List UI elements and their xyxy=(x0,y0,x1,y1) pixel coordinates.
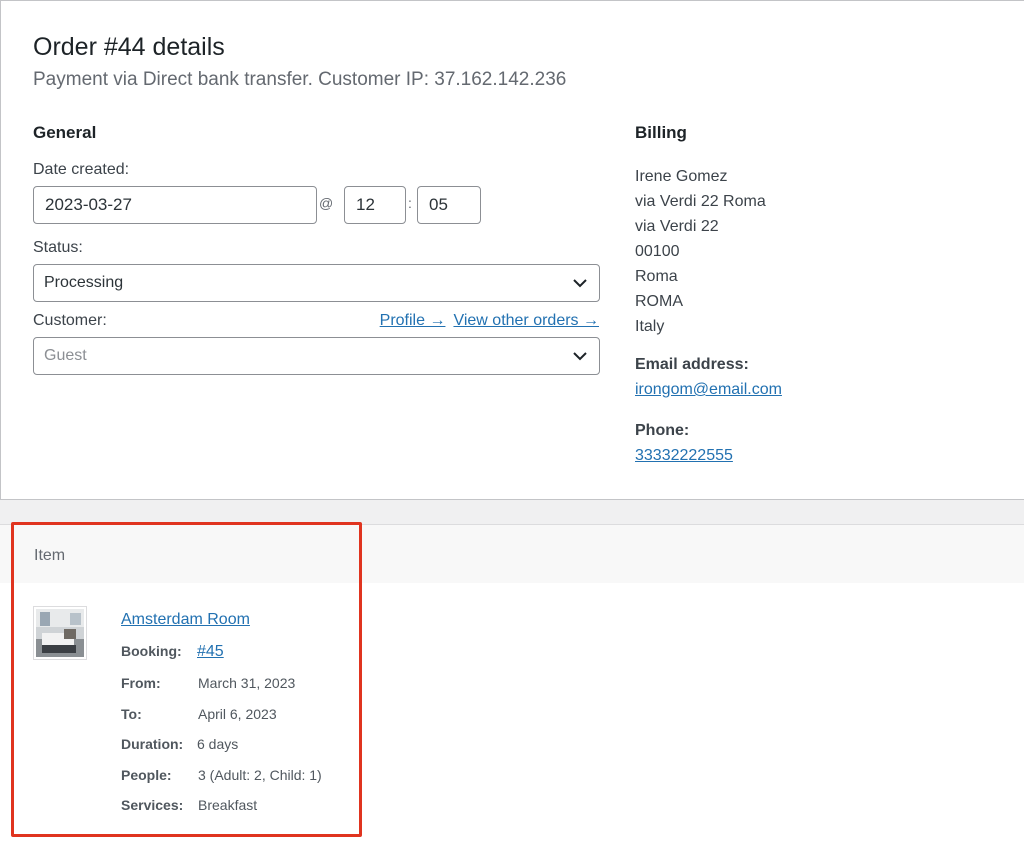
address-line: via Verdi 22 xyxy=(635,218,719,235)
customer-label: Customer: xyxy=(33,312,107,329)
general-heading: General xyxy=(33,123,97,142)
customer-value: Guest xyxy=(44,347,87,364)
view-other-orders-link[interactable]: View other orders → xyxy=(453,312,599,329)
phone-label: Phone: xyxy=(635,422,690,439)
date-created-input[interactable]: 2023-03-27 xyxy=(33,186,317,224)
item-highlight-box xyxy=(11,522,362,837)
date-created-label: Date created: xyxy=(33,161,130,178)
order-subtitle: Payment via Direct bank transfer. Custom… xyxy=(33,69,567,90)
address-line: 00100 xyxy=(635,243,680,260)
chevron-down-icon xyxy=(573,279,587,288)
email-label: Email address: xyxy=(635,356,749,373)
billing-heading: Billing xyxy=(635,123,687,142)
phone-link[interactable]: 33332222555 xyxy=(635,447,733,465)
chevron-down-icon xyxy=(573,352,587,361)
order-details-panel: Order #44 details Payment via Direct ban… xyxy=(0,0,1024,500)
customer-links: Profile → View other orders → xyxy=(372,312,599,330)
minute-input[interactable]: 05 xyxy=(417,186,481,224)
address-line: via Verdi 22 Roma xyxy=(635,193,766,210)
time-colon: : xyxy=(408,195,412,211)
billing-address: Irene Gomez via Verdi 22 Roma via Verdi … xyxy=(635,164,766,339)
address-line: ROMA xyxy=(635,293,683,310)
address-line: Roma xyxy=(635,268,678,285)
email-link[interactable]: irongom@email.com xyxy=(635,381,782,399)
profile-link[interactable]: Profile → xyxy=(380,312,446,329)
status-select[interactable]: Processing xyxy=(33,264,600,302)
address-line: Irene Gomez xyxy=(635,168,728,185)
at-separator: @ xyxy=(319,195,334,211)
hour-input[interactable]: 12 xyxy=(344,186,406,224)
status-label: Status: xyxy=(33,239,83,256)
status-value: Processing xyxy=(44,274,124,291)
address-line: Italy xyxy=(635,318,665,335)
order-title: Order #44 details xyxy=(33,33,225,61)
customer-select[interactable]: Guest xyxy=(33,337,600,375)
